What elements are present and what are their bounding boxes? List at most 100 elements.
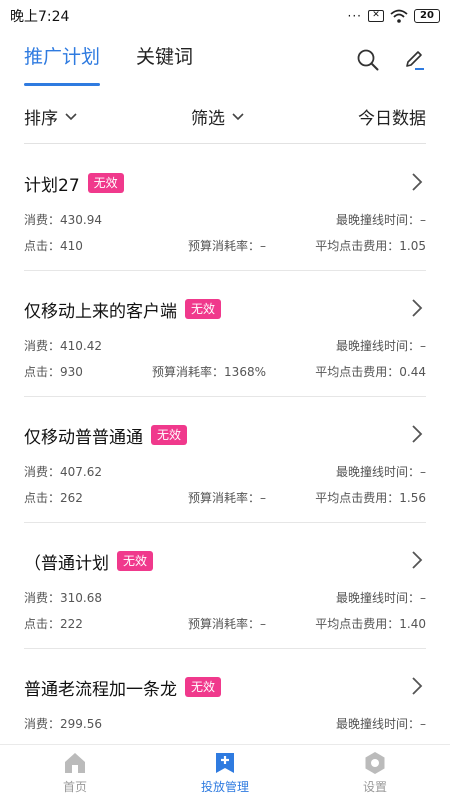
clicks-label: 点击 [24, 617, 49, 631]
clicks-stat: 点击：222 [24, 617, 83, 631]
latest-time-stat: 最晚撞线时间：– [335, 465, 426, 479]
nav-ad-management[interactable]: 投放管理 [150, 745, 300, 800]
plan-stats-row: 消费：299.56 最晚撞线时间：– [24, 715, 426, 733]
search-icon[interactable] [356, 48, 380, 72]
avg-cpc-stat: 平均点击费用：1.56 [315, 491, 426, 505]
latest-time-label: 最晚撞线时间 [335, 213, 408, 227]
today-data-button[interactable]: 今日数据 [358, 104, 426, 129]
budget-rate-label: 预算消耗率 [187, 239, 248, 253]
plan-item[interactable]: 仅移动上来的客户端 无效 消费：410.42 最晚撞线时间：– 点击：930 预… [24, 271, 426, 397]
nav-home[interactable]: 首页 [0, 745, 150, 800]
plan-name: 仅移动上来的客户端 [24, 301, 177, 322]
budget-rate-value: – [260, 617, 266, 631]
avg-cpc-stat: 平均点击费用：1.40 [315, 617, 426, 631]
plus-square-icon [216, 752, 234, 773]
plan-name: 普通老流程加一条龙 [24, 679, 177, 700]
chevron-right-icon[interactable] [410, 423, 424, 445]
spend-stat: 消费：310.68 [24, 591, 103, 605]
budget-rate-value: – [260, 239, 266, 253]
latest-time-stat: 最晚撞线时间：– [335, 213, 426, 227]
budget-rate-stat: 预算消耗率：– [187, 617, 266, 631]
spend-label: 消费 [24, 465, 49, 479]
clicks-stat: 点击：410 [24, 239, 83, 253]
filter-dropdown[interactable]: 筛选 [191, 104, 245, 129]
plan-stats-row: 消费：430.94 最晚撞线时间：– [24, 211, 426, 229]
budget-rate-label: 预算消耗率 [187, 491, 248, 505]
spend-stat: 消费：430.94 [24, 213, 103, 227]
sort-dropdown[interactable]: 排序 [24, 104, 78, 129]
spend-value: 310.68 [60, 591, 103, 605]
latest-time-value: – [420, 465, 426, 479]
plan-stats-row: 消费：410.42 最晚撞线时间：– [24, 337, 426, 355]
plan-title-row: 仅移动普普通通 无效 [24, 421, 426, 449]
plan-stats-row: 消费：407.62 最晚撞线时间：– [24, 463, 426, 481]
clicks-value: 222 [60, 617, 83, 631]
latest-time-value: – [420, 591, 426, 605]
status-badge: 无效 [185, 677, 222, 697]
spend-label: 消费 [24, 339, 49, 353]
nav-ad-management-label: 投放管理 [200, 779, 249, 794]
top-actions [356, 48, 426, 72]
clicks-label: 点击 [24, 365, 49, 379]
clicks-value: 262 [60, 491, 83, 505]
edit-icon[interactable] [402, 48, 426, 72]
plan-stats-row: 点击：262 预算消耗率：– 平均点击费用：1.56 [24, 489, 426, 507]
chevron-right-icon[interactable] [410, 549, 424, 571]
plan-stats-row: 点击：410 预算消耗率：– 平均点击费用：1.05 [24, 237, 426, 255]
spend-stat: 消费：407.62 [24, 465, 103, 479]
spend-label: 消费 [24, 213, 49, 227]
avg-cpc-value: 1.40 [399, 617, 426, 631]
filter-bar: 排序 筛选 今日数据 [24, 90, 426, 144]
bottom-nav: 首页 投放管理 设置 [0, 744, 450, 800]
clicks-stat: 点击：930 [24, 365, 83, 379]
chevron-down-icon [65, 112, 77, 120]
tab-promotion-plan[interactable]: 推广计划 [24, 32, 101, 88]
no-sim-icon: ✕ [368, 10, 384, 22]
avg-cpc-label: 平均点击费用 [315, 239, 388, 253]
latest-time-value: – [420, 339, 426, 353]
chevron-right-icon[interactable] [410, 171, 424, 193]
battery-indicator: 20 [414, 9, 440, 23]
today-data-label: 今日数据 [358, 109, 426, 129]
latest-time-value: – [420, 717, 426, 731]
nav-settings-label: 设置 [362, 779, 387, 794]
budget-rate-label: 预算消耗率 [152, 365, 213, 379]
plan-title-row: 计划27 无效 [24, 169, 426, 197]
chevron-right-icon[interactable] [410, 297, 424, 319]
avg-cpc-label: 平均点击费用 [315, 365, 388, 379]
avg-cpc-value: 1.05 [399, 239, 426, 253]
plan-title-row: 仅移动上来的客户端 无效 [24, 295, 426, 323]
spend-value: 407.62 [60, 465, 103, 479]
latest-time-value: – [420, 213, 426, 227]
spend-value: 410.42 [60, 339, 103, 353]
plan-item[interactable]: （普通计划 无效 消费：310.68 最晚撞线时间：– 点击：222 预算消耗率… [24, 523, 426, 649]
avg-cpc-label: 平均点击费用 [315, 617, 388, 631]
latest-time-stat: 最晚撞线时间：– [335, 591, 426, 605]
nav-home-label: 首页 [62, 779, 87, 794]
status-time: 晚上7:24 [10, 9, 70, 25]
wifi-icon [390, 9, 408, 23]
plan-item[interactable]: 仅移动普普通通 无效 消费：407.62 最晚撞线时间：– 点击：262 预算消… [24, 397, 426, 523]
budget-rate-value: – [260, 491, 266, 505]
status-indicators: ··· ✕ 20 [348, 9, 440, 23]
plan-item[interactable]: 普通老流程加一条龙 无效 消费：299.56 最晚撞线时间：– [24, 649, 426, 745]
more-dots-icon: ··· [347, 9, 362, 23]
nav-settings[interactable]: 设置 [300, 745, 450, 800]
clicks-label: 点击 [24, 239, 49, 253]
spend-label: 消费 [24, 591, 49, 605]
latest-time-stat: 最晚撞线时间：– [335, 339, 426, 353]
plan-stats-row: 点击：930 预算消耗率：1368% 平均点击费用：0.44 [24, 363, 426, 381]
status-badge: 无效 [151, 425, 188, 445]
latest-time-label: 最晚撞线时间 [335, 591, 408, 605]
plan-item[interactable]: 计划27 无效 消费：430.94 最晚撞线时间：– 点击：410 预算消耗率：… [24, 145, 426, 271]
settings-icon [365, 751, 385, 774]
status-badge: 无效 [117, 551, 154, 571]
tab-keywords[interactable]: 关键词 [136, 32, 193, 88]
plan-stats-row: 点击：222 预算消耗率：– 平均点击费用：1.40 [24, 615, 426, 633]
budget-rate-stat: 预算消耗率：1368% [152, 365, 266, 379]
spend-stat: 消费：299.56 [24, 717, 103, 731]
chevron-right-icon[interactable] [410, 675, 424, 697]
avg-cpc-stat: 平均点击费用：0.44 [315, 365, 426, 379]
clicks-label: 点击 [24, 491, 49, 505]
avg-cpc-stat: 平均点击费用：1.05 [315, 239, 426, 253]
